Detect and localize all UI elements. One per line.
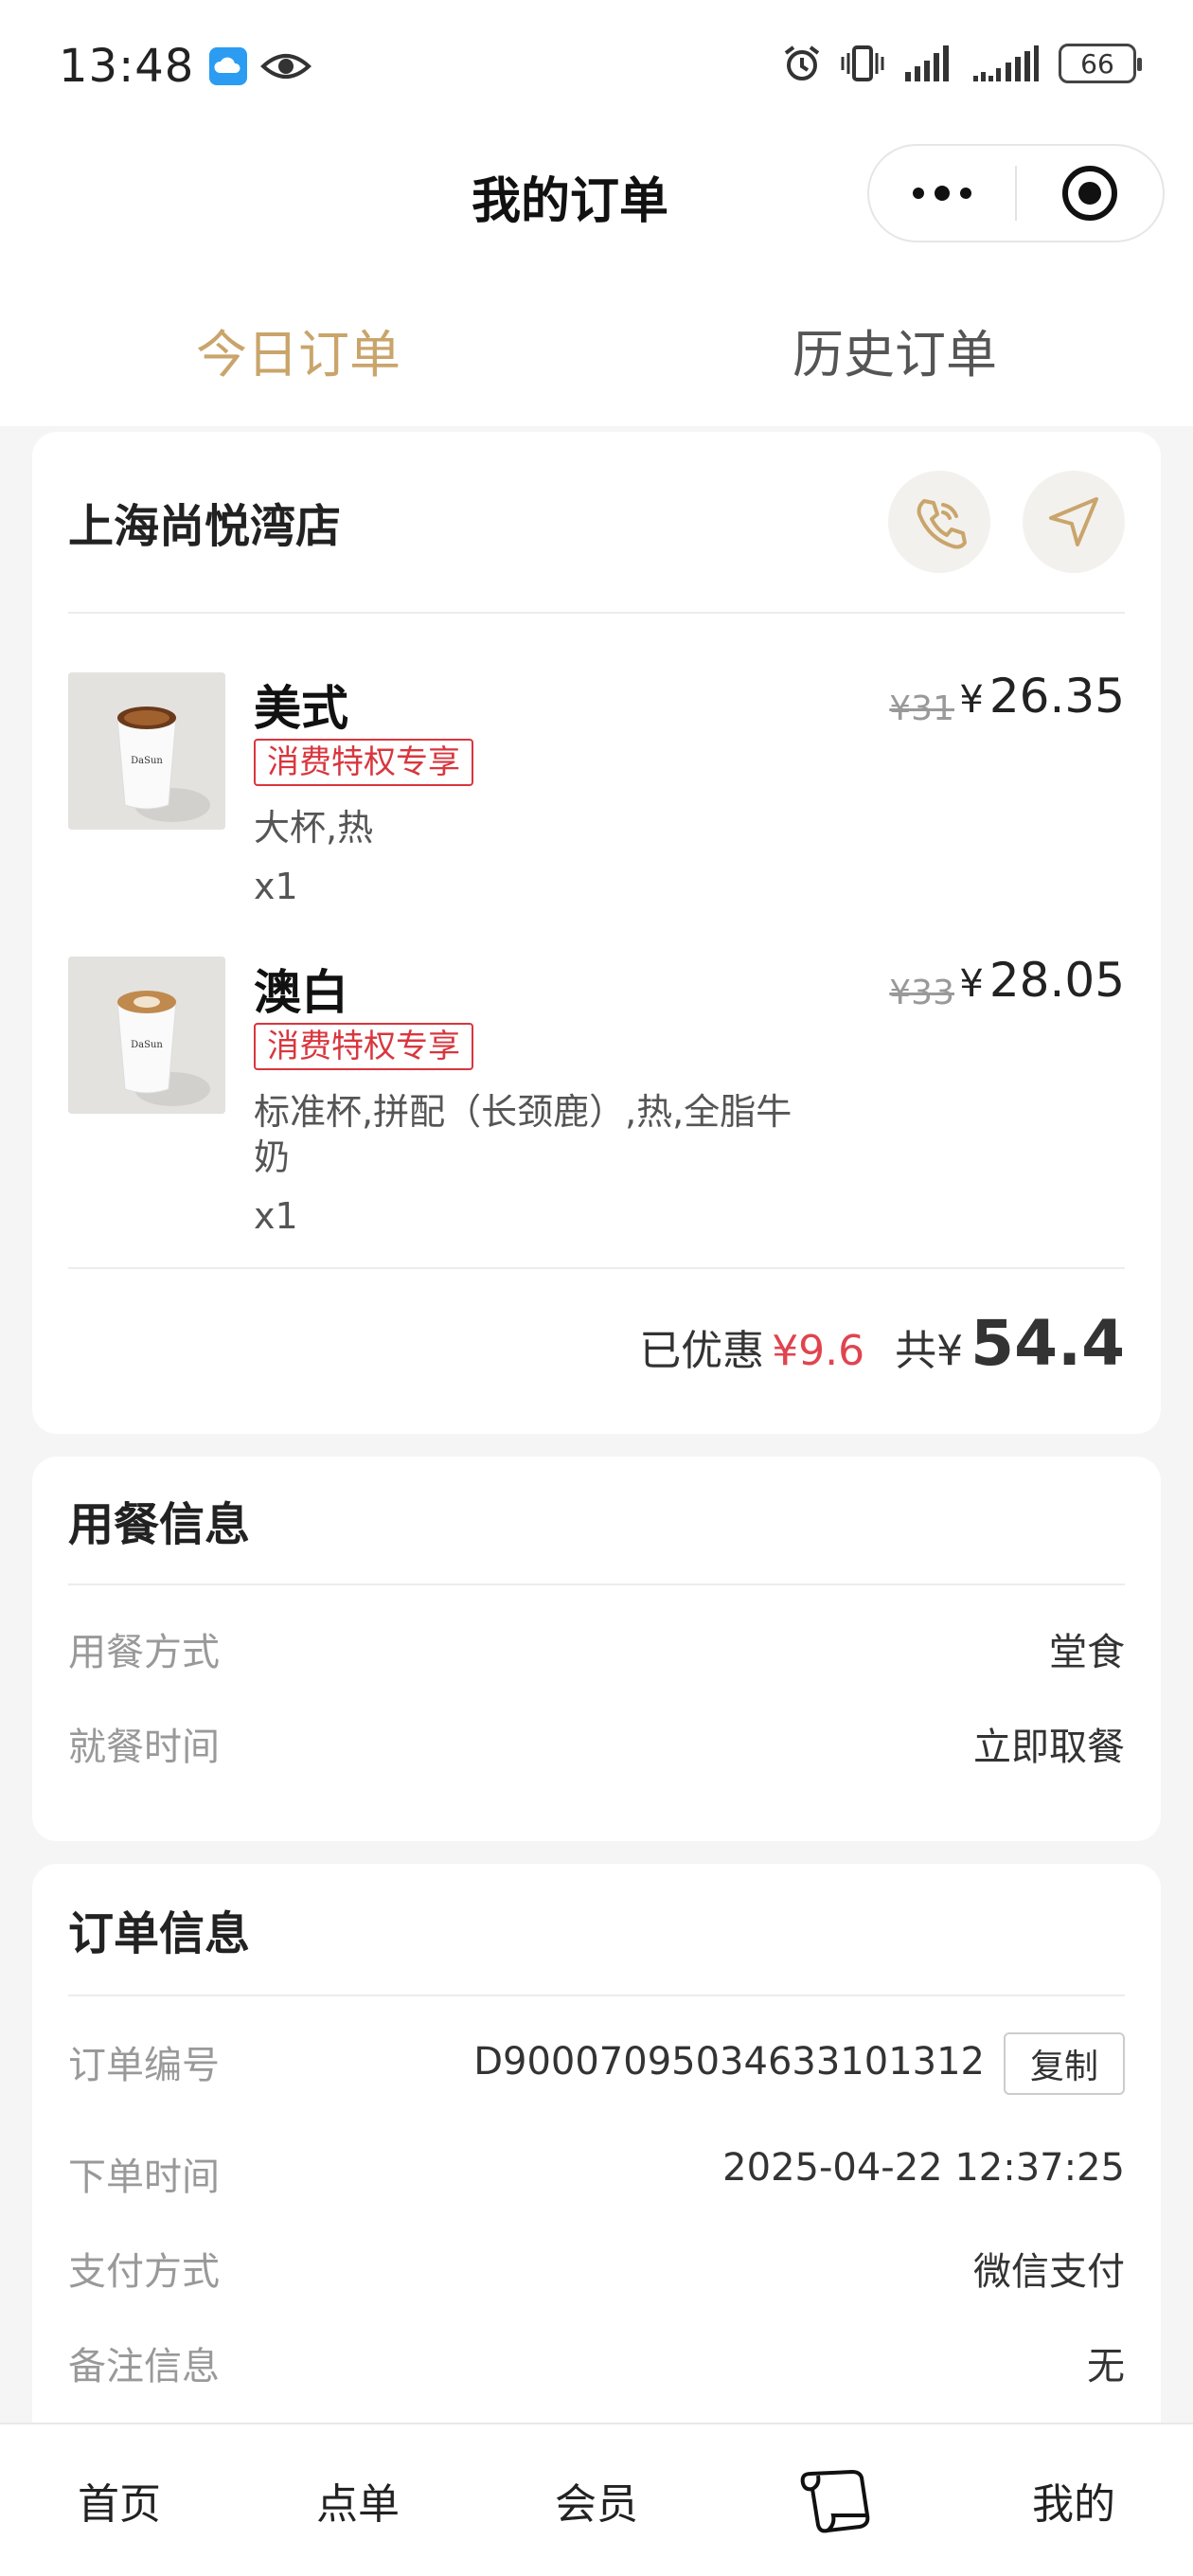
current-price: ¥26.35 — [959, 669, 1125, 724]
cloud-app-icon — [209, 47, 248, 85]
tab-today-orders[interactable]: 今日订单 — [0, 256, 596, 426]
order-total: 已优惠 ¥9.6 共¥ 54.4 — [639, 1307, 1125, 1380]
nav-label: 点单 — [316, 2480, 400, 2529]
product-name: 澳白 — [254, 965, 348, 1020]
dining-info-card: 用餐信息 用餐方式 堂食 就餐时间 立即取餐 — [32, 1457, 1161, 1841]
battery-level: 66 — [1080, 47, 1114, 80]
privilege-tag: 消费特权专享 — [254, 1023, 473, 1070]
nav-scroll[interactable] — [716, 2424, 954, 2576]
info-label: 下单时间 — [68, 2156, 220, 2199]
status-time: 13:48 — [59, 40, 195, 93]
product-quantity: x1 — [254, 866, 298, 907]
currency-symbol: ¥ — [959, 678, 984, 722]
tab-label: 历史订单 — [792, 325, 997, 385]
nav-order[interactable]: 点单 — [239, 2424, 477, 2576]
info-value: 立即取餐 — [973, 1726, 1125, 1769]
info-label: 订单编号 — [68, 2044, 220, 2087]
price-value: 28.05 — [988, 953, 1125, 1008]
info-label: 支付方式 — [68, 2250, 220, 2294]
status-indicators: 66 — [782, 44, 1142, 83]
order-info-card: 订单信息 订单编号 D90007095034633101312 复制 下单时间 … — [32, 1864, 1161, 2470]
nav-member[interactable]: 会员 — [477, 2424, 716, 2576]
nav-home[interactable]: 首页 — [0, 2424, 239, 2576]
status-bar: 13:48 66 — [0, 0, 1193, 133]
original-price: ¥31 — [889, 689, 954, 728]
total-label: 共¥ — [895, 1327, 964, 1375]
info-row-dining-method: 用餐方式 堂食 — [68, 1621, 1125, 1678]
info-value: 微信支付 — [973, 2250, 1125, 2294]
nav-label: 首页 — [78, 2480, 161, 2529]
svg-text:DaSun: DaSun — [131, 1040, 163, 1050]
store-header: 上海尚悦湾店 — [68, 432, 1125, 614]
signal-2-icon — [973, 45, 1039, 81]
info-row-order-time: 下单时间 2025-04-22 12:37:25 — [68, 2146, 1125, 2203]
product-image: DaSun — [68, 957, 225, 1114]
vibrate-icon — [841, 45, 884, 81]
product-image: DaSun — [68, 672, 225, 830]
order-item: DaSun 澳白 消费特权专享 标准杯,拼配（长颈鹿）,热,全脂牛奶 x1 ¥3… — [68, 953, 1125, 1241]
price-value: 26.35 — [988, 669, 1125, 724]
product-name: 美式 — [254, 681, 348, 736]
info-value: 堂食 — [1049, 1631, 1125, 1674]
mini-program-capsule — [867, 144, 1165, 242]
page: 13:48 66 我的订单 今日订单 历史订单 上海尚悦湾店 DaSun 美式 … — [0, 0, 1193, 2576]
order-number: D90007095034633101312 — [473, 2040, 985, 2084]
scroll-icon — [800, 2470, 870, 2533]
privilege-tag: 消费特权专享 — [254, 739, 473, 786]
info-label: 备注信息 — [68, 2345, 220, 2388]
more-button[interactable] — [869, 146, 1015, 241]
alarm-icon — [784, 45, 820, 80]
product-spec: 标准杯,拼配（长颈鹿）,热,全脂牛奶 — [254, 1091, 792, 1178]
navigation-arrow-icon — [1049, 497, 1098, 546]
info-label: 就餐时间 — [68, 1726, 220, 1769]
product-spec: 大杯,热 — [254, 807, 374, 849]
more-dots-icon — [913, 186, 971, 201]
eye-icon — [260, 54, 312, 79]
store-name: 上海尚悦湾店 — [68, 500, 342, 553]
info-row-order-number: 订单编号 D90007095034633101312 复制 — [68, 2032, 1125, 2095]
bottom-nav: 首页 点单 会员 我的 — [0, 2423, 1193, 2576]
navigate-store-button[interactable] — [1023, 471, 1125, 573]
current-price: ¥28.05 — [959, 953, 1125, 1008]
order-info-header: 订单信息 — [68, 1864, 1125, 1996]
phone-icon — [917, 499, 967, 549]
target-close-icon — [1062, 166, 1117, 221]
section-title: 订单信息 — [68, 1907, 251, 1960]
info-label: 用餐方式 — [68, 1631, 220, 1674]
section-title: 用餐信息 — [68, 1498, 251, 1551]
copy-order-number-button[interactable]: 复制 — [1004, 2032, 1125, 2095]
nav-label: 我的 — [1032, 2480, 1115, 2529]
signal-icon — [905, 45, 949, 81]
total-value: 54.4 — [970, 1307, 1125, 1380]
currency-symbol: ¥ — [959, 962, 984, 1006]
order-tabs: 今日订单 历史订单 — [0, 256, 1193, 426]
order-card: 上海尚悦湾店 DaSun 美式 消费特权专享 大杯,热 x1 ¥31 ¥ 26.… — [32, 432, 1161, 1434]
nav-bar: 我的订单 — [0, 133, 1193, 256]
discount-label: 已优惠 — [639, 1327, 765, 1375]
info-row-remark: 备注信息 无 — [68, 2335, 1125, 2392]
info-value: 无 — [1087, 2345, 1125, 2388]
tab-label: 今日订单 — [196, 325, 401, 385]
tab-history-orders[interactable]: 历史订单 — [596, 256, 1193, 426]
product-quantity: x1 — [254, 1195, 298, 1237]
order-item: DaSun 美式 消费特权专享 大杯,热 x1 ¥31 ¥26.35 — [68, 669, 1125, 909]
nav-label: 会员 — [555, 2480, 638, 2529]
svg-text:DaSun: DaSun — [131, 756, 163, 766]
call-store-button[interactable] — [888, 471, 990, 573]
discount-value: ¥9.6 — [772, 1327, 865, 1375]
info-row-dining-time: 就餐时间 立即取餐 — [68, 1716, 1125, 1773]
dining-info-header: 用餐信息 — [68, 1457, 1125, 1585]
info-row-payment-method: 支付方式 微信支付 — [68, 2241, 1125, 2298]
info-value: 2025-04-22 12:37:25 — [722, 2146, 1125, 2190]
divider — [68, 1267, 1125, 1269]
nav-mine[interactable]: 我的 — [954, 2424, 1193, 2576]
battery-indicator: 66 — [1059, 44, 1142, 83]
close-mini-program-button[interactable] — [1017, 146, 1163, 241]
original-price: ¥33 — [889, 974, 954, 1012]
